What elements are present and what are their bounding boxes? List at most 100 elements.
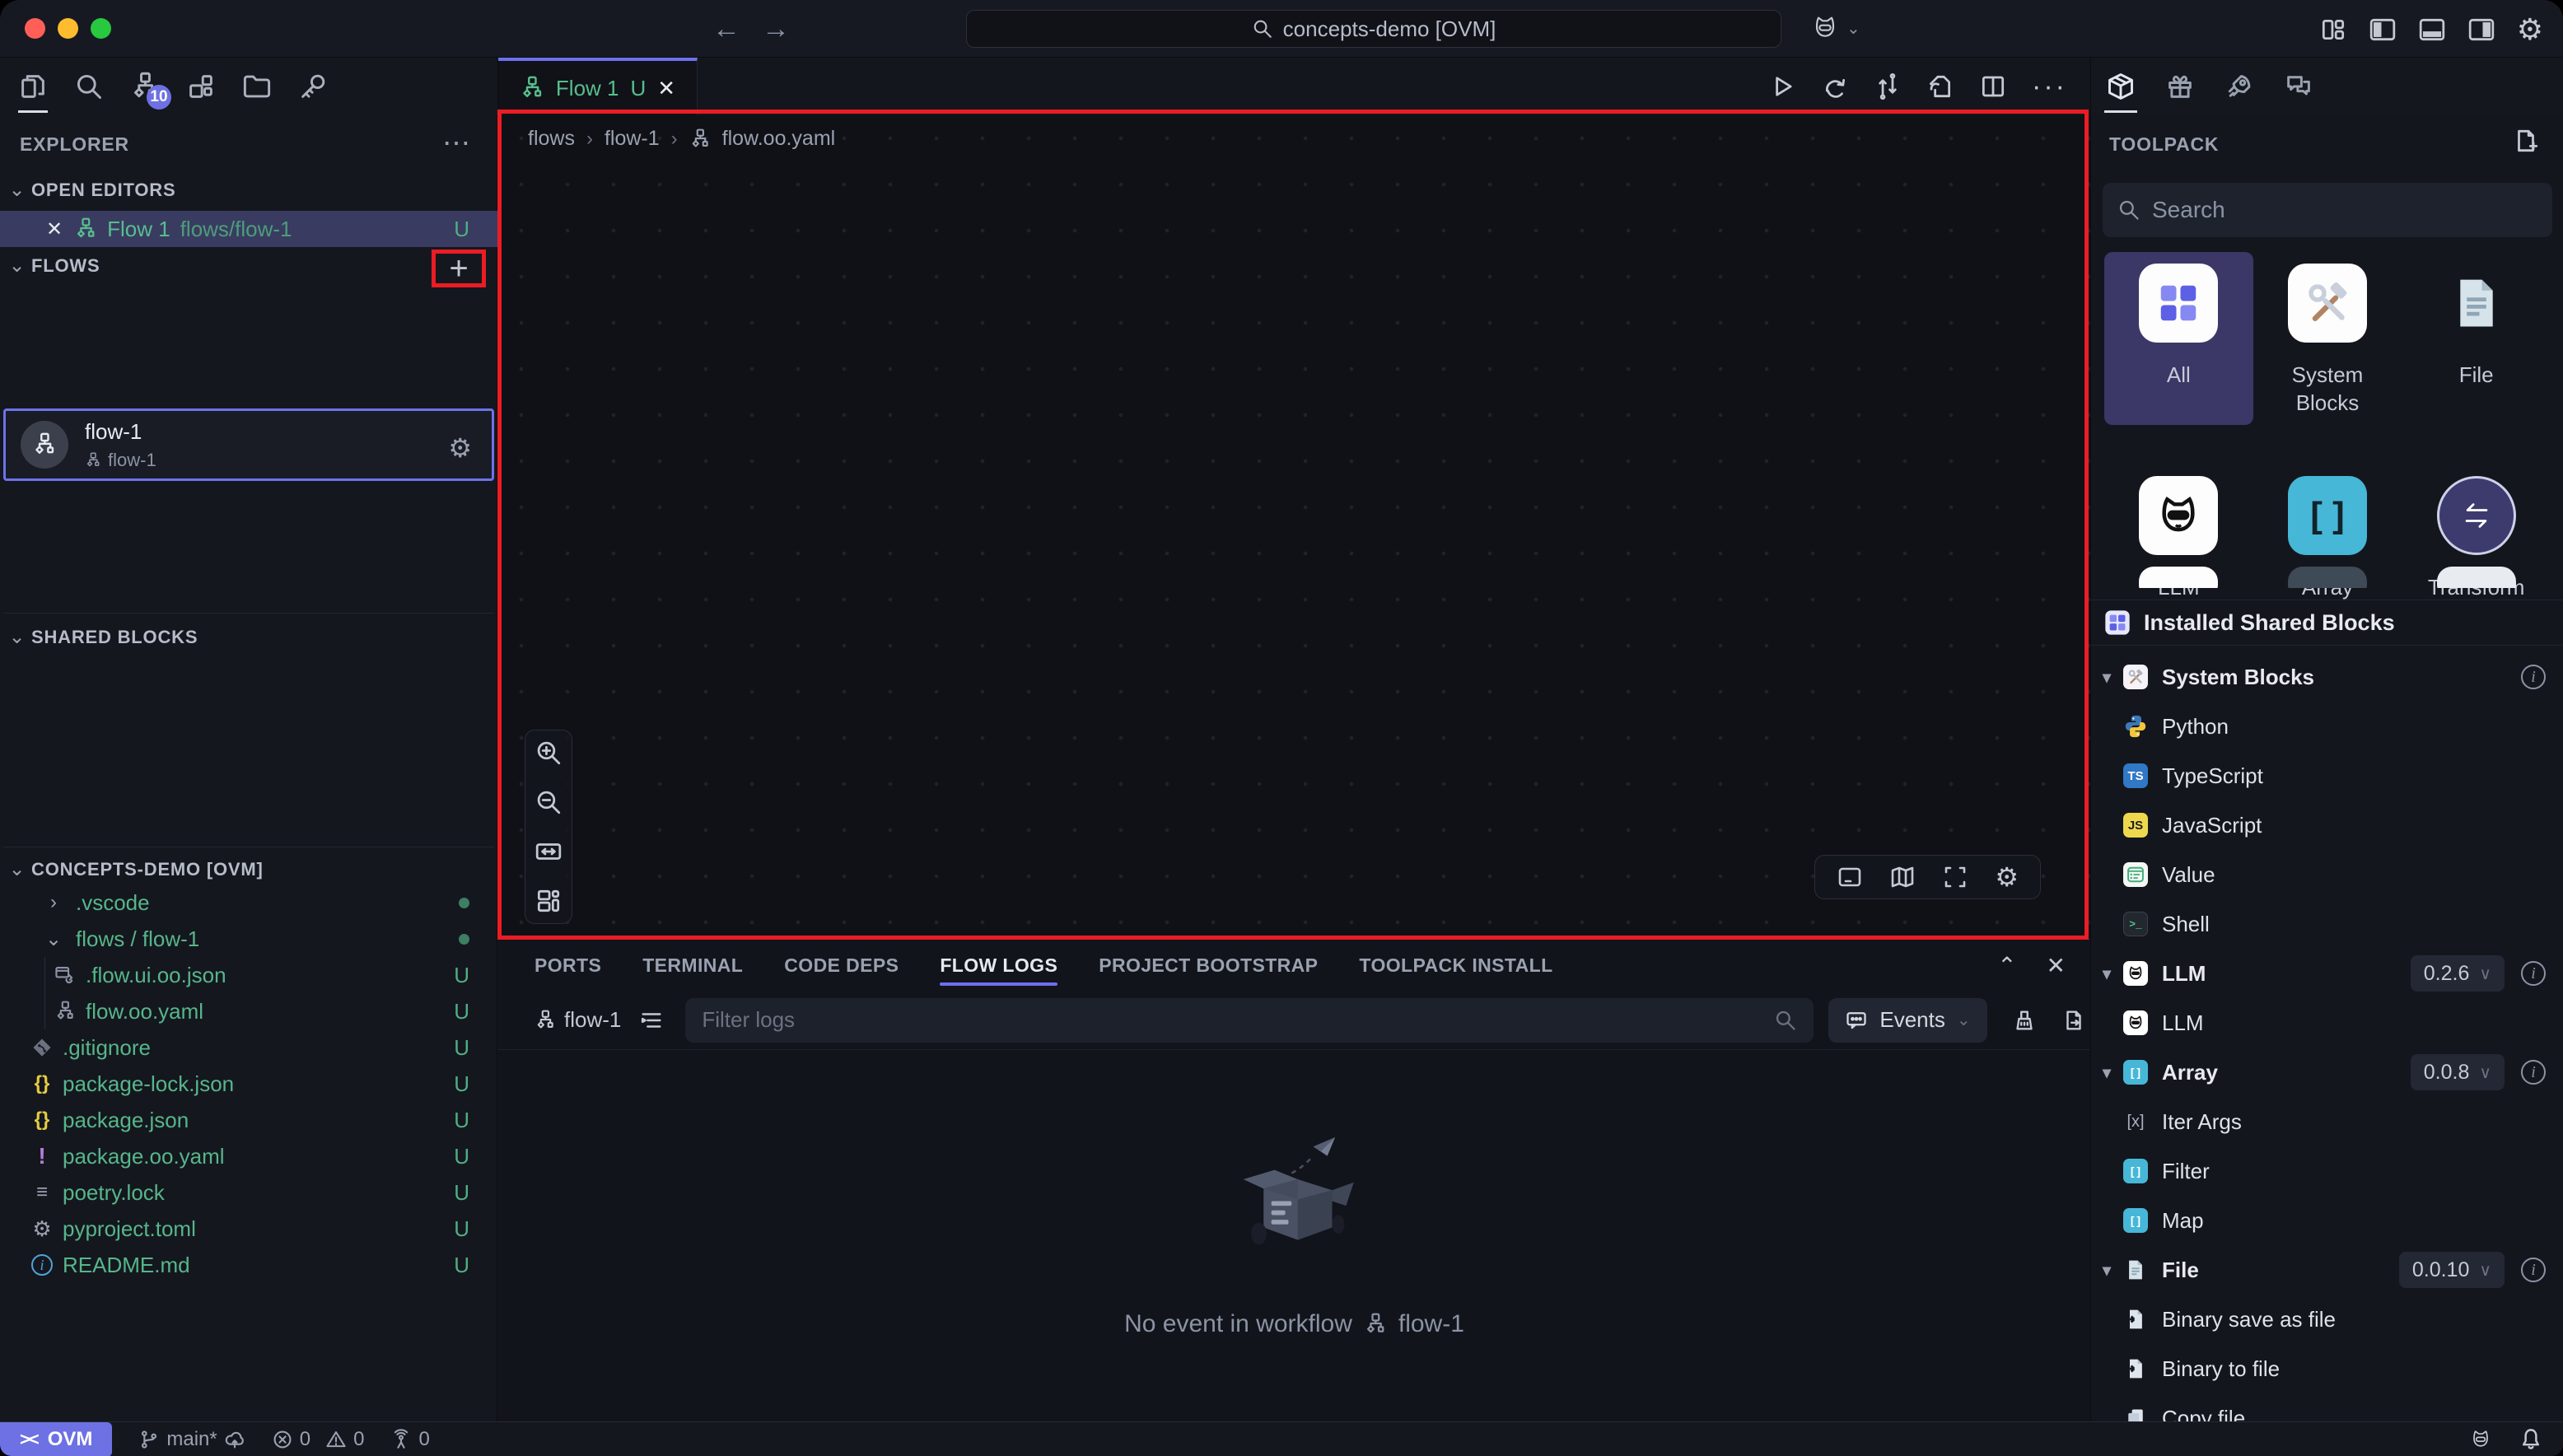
breadcrumb-flow-1[interactable]: flow-1	[605, 127, 660, 151]
info-icon[interactable]: i	[2521, 1060, 2546, 1085]
settings-gear-icon[interactable]: ⚙	[2517, 12, 2543, 47]
category-tile-file[interactable]: File	[2402, 252, 2551, 425]
shared-blocks-header[interactable]: ⌄ SHARED BLOCKS	[3, 613, 494, 649]
block-javascript[interactable]: JS JavaScript	[2091, 800, 2563, 850]
breadcrumb-file[interactable]: flow.oo.yaml	[722, 127, 836, 151]
file-version-dropdown[interactable]: 0.0.10∨	[2399, 1252, 2505, 1288]
more-actions-icon[interactable]: ···	[2032, 71, 2067, 103]
group-file[interactable]: ▾ File 0.0.10∨ i	[2091, 1245, 2563, 1295]
flow-canvas[interactable]: flows › flow-1 › flow.oo.yaml ⚙	[498, 115, 2090, 939]
panel-tab-ports[interactable]: PORTS	[535, 940, 601, 991]
block-llm[interactable]: LLM	[2091, 998, 2563, 1048]
io-ports-icon[interactable]	[1874, 72, 1902, 100]
bootstrap-activity-button[interactable]	[2221, 68, 2257, 105]
flow-card-flow-1[interactable]: flow-1 flow-1 ⚙	[3, 408, 494, 481]
traffic-close-button[interactable]	[25, 18, 45, 39]
command-center-search[interactable]: concepts-demo [OVM]	[966, 10, 1781, 48]
explorer-more-icon[interactable]: ⋯	[442, 127, 472, 160]
close-panel-icon[interactable]: ✕	[2047, 952, 2066, 979]
traffic-minimize-button[interactable]	[58, 18, 78, 39]
tree-folder-vscode[interactable]: ›.vscode	[0, 884, 497, 921]
tree-file-package-oo-yaml[interactable]: ! package.oo.yamlU	[0, 1138, 497, 1174]
toolpack-search-input[interactable]: Search	[2103, 183, 2552, 237]
info-icon[interactable]: i	[2521, 665, 2546, 689]
events-filter-dropdown[interactable]: Events ⌄	[1828, 998, 1986, 1043]
notifications-bell-icon[interactable]	[2519, 1427, 2543, 1452]
open-editor-row[interactable]: ✕ Flow 1 flows/flow-1 U	[0, 211, 497, 247]
git-branch-status[interactable]: main*	[138, 1428, 245, 1451]
folder-activity-button[interactable]	[239, 68, 275, 105]
maximize-panel-icon[interactable]: ⌃	[1997, 952, 2016, 979]
block-filter[interactable]: [ ] Filter	[2091, 1146, 2563, 1196]
tree-file-flow-yaml[interactable]: flow.oo.yamlU	[0, 993, 497, 1029]
minimap-icon[interactable]	[1889, 864, 1916, 890]
tree-folder-flows-flow-1[interactable]: ⌄flows / flow-1	[0, 921, 497, 957]
block-typescript[interactable]: TS TypeScript	[2091, 751, 2563, 800]
group-array[interactable]: ▾ [ ] Array 0.0.8∨ i	[2091, 1048, 2563, 1097]
flow-settings-gear-icon[interactable]: ⚙	[448, 432, 472, 464]
block-value[interactable]: Value	[2091, 850, 2563, 899]
forward-button[interactable]: →	[759, 13, 792, 45]
panel-tab-terminal[interactable]: TERMINAL	[642, 940, 743, 991]
remote-indicator[interactable]: >< OVM	[0, 1422, 112, 1456]
filter-logs-input[interactable]: Filter logs	[685, 998, 1814, 1043]
cat-status-icon[interactable]	[2467, 1426, 2494, 1453]
group-system-blocks[interactable]: ▾ System Blocks i	[2091, 652, 2563, 702]
tree-file-pyproject[interactable]: ⚙ pyproject.tomlU	[0, 1211, 497, 1247]
breadcrumb-flows[interactable]: flows	[528, 127, 575, 151]
category-tile-system-blocks[interactable]: System Blocks	[2253, 252, 2402, 425]
run-flow-icon[interactable]	[1768, 72, 1796, 100]
block-iter-args[interactable]: [x] Iter Args	[2091, 1097, 2563, 1146]
marketplace-activity-button[interactable]	[2162, 68, 2198, 105]
problems-status[interactable]: 0 0	[272, 1428, 365, 1451]
toggle-left-sidebar-icon[interactable]	[2369, 16, 2397, 44]
tree-file-readme[interactable]: i README.mdU	[0, 1247, 497, 1283]
tree-file-package-json[interactable]: {} package.jsonU	[0, 1102, 497, 1138]
back-button[interactable]: ←	[710, 13, 743, 45]
canvas-settings-gear-icon[interactable]: ⚙	[1995, 861, 2019, 893]
fullscreen-icon[interactable]	[1942, 864, 1968, 890]
workspace-header[interactable]: ⌄ CONCEPTS-DEMO [OVM]	[3, 847, 494, 881]
auto-layout-icon[interactable]	[535, 887, 563, 915]
info-icon[interactable]: i	[2521, 961, 2546, 986]
split-editor-icon[interactable]	[1979, 72, 2007, 100]
tree-file-flow-ui-json[interactable]: .flow.ui.oo.jsonU	[0, 957, 497, 993]
flows-section-header[interactable]: ⌄ FLOWS	[3, 254, 494, 278]
info-icon[interactable]: i	[2521, 1258, 2546, 1282]
secrets-activity-button[interactable]	[295, 68, 331, 105]
toggle-bottom-panel-icon[interactable]	[2418, 16, 2446, 44]
assistant-menu[interactable]: ⌄	[1809, 12, 1860, 44]
explorer-activity-button[interactable]	[15, 68, 51, 105]
block-binary-to-file[interactable]: Binary to file	[2091, 1344, 2563, 1393]
tree-file-package-lock[interactable]: {} package-lock.jsonU	[0, 1066, 497, 1102]
panel-tab-toolpack-install[interactable]: TOOLPACK INSTALL	[1359, 940, 1552, 991]
panel-tab-project-bootstrap[interactable]: PROJECT BOOTSTRAP	[1099, 940, 1318, 991]
flow-selector[interactable]: flow-1	[535, 1007, 621, 1033]
toolpack-activity-button[interactable]	[2103, 68, 2139, 105]
ports-status[interactable]: 0	[390, 1428, 429, 1451]
toggle-right-sidebar-icon[interactable]	[2467, 16, 2495, 44]
tree-file-poetry-lock[interactable]: ≡ poetry.lockU	[0, 1174, 497, 1211]
chat-activity-button[interactable]	[2281, 68, 2317, 105]
tab-close-icon[interactable]: ✕	[657, 76, 675, 101]
clear-logs-icon[interactable]	[2012, 1008, 2037, 1033]
add-flow-button[interactable]: +	[449, 250, 468, 287]
panel-tab-code-deps[interactable]: CODE DEPS	[784, 940, 899, 991]
block-map[interactable]: [ ] Map	[2091, 1196, 2563, 1245]
block-shell[interactable]: >_ Shell	[2091, 899, 2563, 949]
search-activity-button[interactable]	[71, 68, 107, 105]
llm-version-dropdown[interactable]: 0.2.6∨	[2411, 955, 2505, 992]
traffic-zoom-button[interactable]	[91, 18, 111, 39]
close-editor-icon[interactable]: ✕	[46, 217, 63, 241]
tab-flow-1[interactable]: Flow 1 U ✕	[498, 58, 698, 115]
rerun-icon[interactable]	[1821, 72, 1849, 100]
block-binary-save-as-file[interactable]: Binary save as file	[2091, 1295, 2563, 1344]
array-version-dropdown[interactable]: 0.0.8∨	[2411, 1054, 2505, 1090]
toggle-panel-icon[interactable]	[1837, 864, 1863, 890]
open-editors-header[interactable]: ⌄ OPEN EDITORS	[3, 178, 175, 202]
blocks-activity-button[interactable]	[183, 68, 219, 105]
log-tree-toggle-icon[interactable]	[639, 1008, 664, 1033]
block-python[interactable]: Python	[2091, 702, 2563, 751]
block-copy-file[interactable]: Copy file	[2091, 1393, 2563, 1421]
flows-activity-button[interactable]: 10	[127, 68, 163, 105]
